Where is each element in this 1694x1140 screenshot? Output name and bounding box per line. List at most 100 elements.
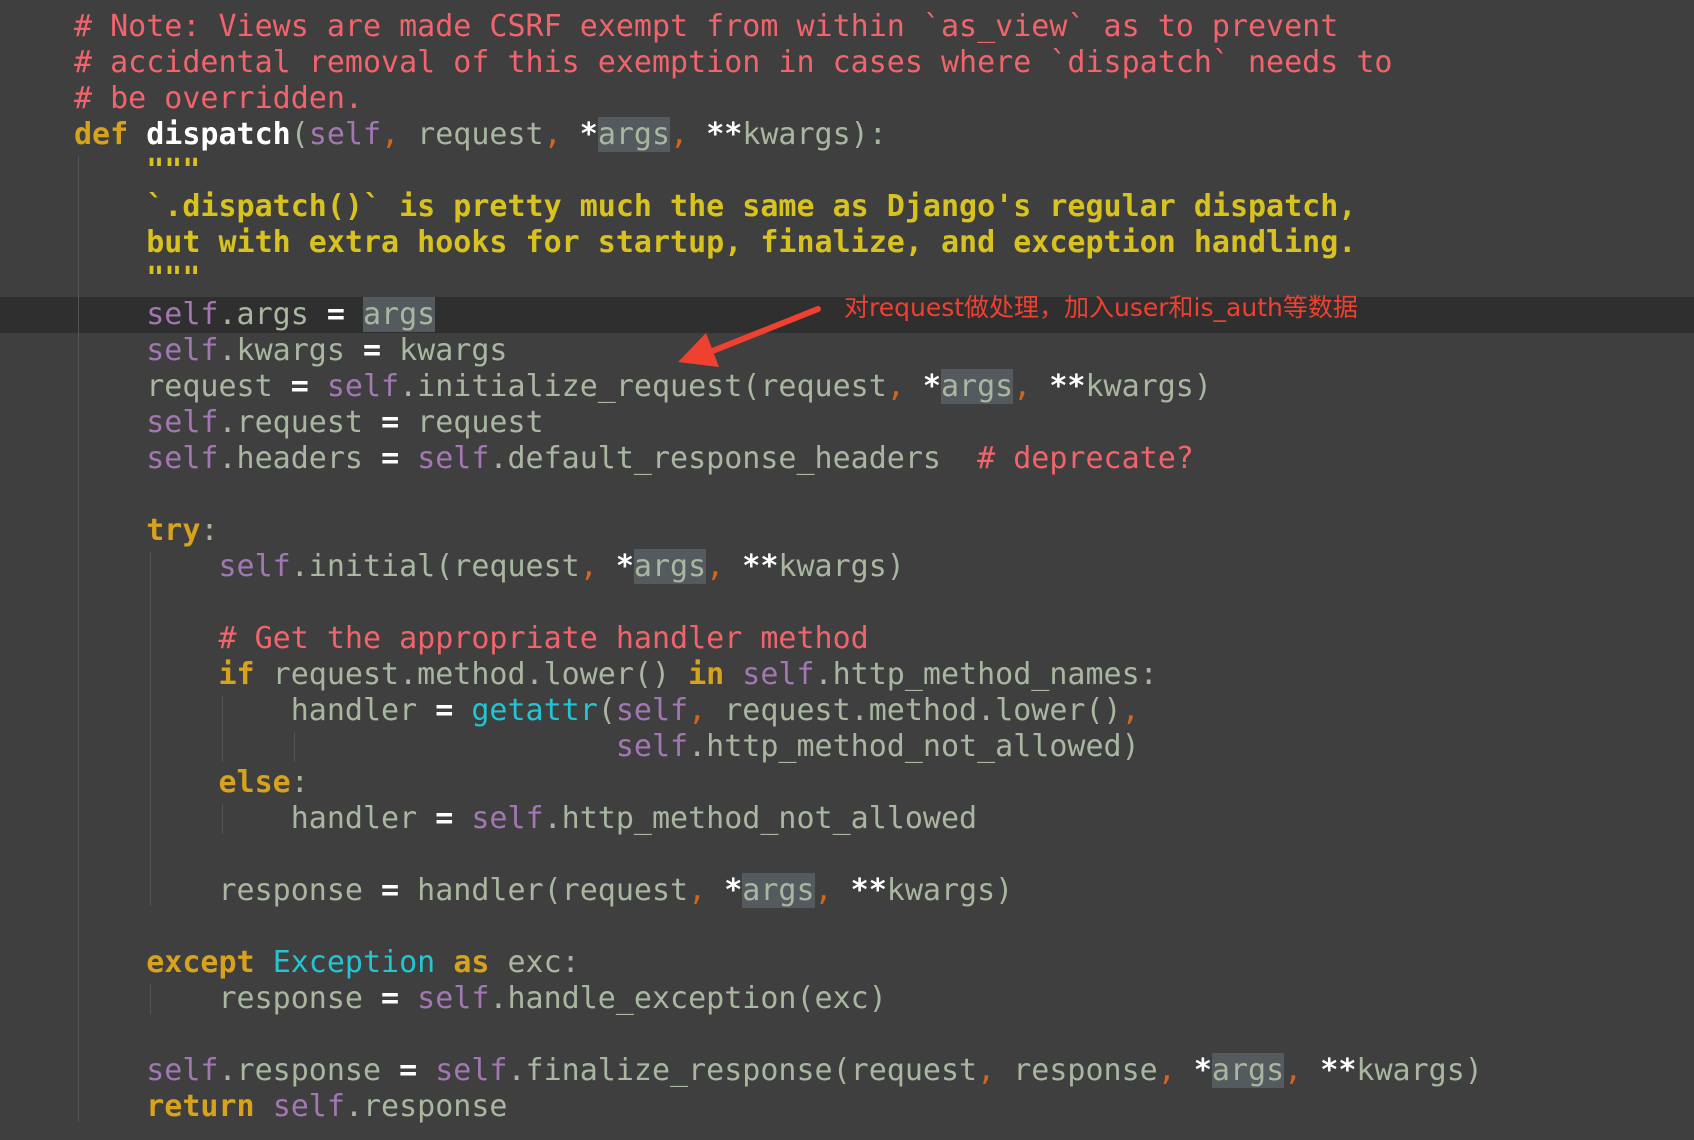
code-line[interactable]: # be overridden. [0,81,1694,117]
code-token: , [706,549,725,584]
code-token: self [146,333,219,368]
code-token: , [886,369,905,404]
code-line-content: # be overridden. [74,81,363,117]
code-token: # deprecate? [977,441,1194,476]
code-token: handler [74,801,436,836]
code-token: .response [218,1053,400,1088]
code-line[interactable]: handler = self.http_method_not_allowed [0,801,1694,837]
code-token: = [381,873,400,908]
code-line[interactable]: """ [0,153,1694,189]
code-token: if [218,657,255,692]
code-line-content: try: [74,513,219,549]
code-line-content: except Exception as exc: [74,945,580,981]
code-token: = [435,801,454,836]
code-token: args [1211,1053,1285,1088]
code-line-content: but with extra hooks for startup, finali… [74,225,1356,261]
code-line[interactable] [0,1017,1694,1053]
code-line[interactable]: # Get the appropriate handler method [0,621,1694,657]
code-line[interactable] [0,477,1694,513]
code-token: , [1284,1053,1303,1088]
code-line[interactable]: self.request = request [0,405,1694,441]
code-token: kwargs) [1085,369,1212,404]
code-line-content: """ [74,153,200,189]
code-token: .headers [218,441,382,476]
code-line[interactable]: except Exception as exc: [0,945,1694,981]
code-token: , [670,117,689,152]
code-line-content: `.dispatch()` is pretty much the same as… [74,189,1356,225]
code-line[interactable] [0,837,1694,873]
code-token: .initialize_request(request [399,369,887,404]
annotation-text: 对request做处理，加入user和is_auth等数据 [844,293,1358,322]
code-token: .handle_exception(exc) [489,981,887,1016]
code-token: Exception [272,945,436,980]
code-token: kwargs) [1356,1053,1483,1088]
code-token: args [597,117,671,152]
code-line-content: def dispatch(self, request, *args, **kwa… [74,117,887,153]
code-line[interactable]: return self.response [0,1089,1694,1125]
code-line-content: request = self.initialize_request(reques… [74,369,1212,405]
code-token: = [381,405,400,440]
code-line-content: handler = getattr(self, request.method.l… [74,693,1140,729]
code-line[interactable]: else: [0,765,1694,801]
code-line[interactable]: response = self.handle_exception(exc) [0,981,1694,1017]
code-token: """ [74,153,201,188]
code-editor[interactable]: # Note: Views are made CSRF exempt from … [0,0,1694,1140]
indent-guide [222,696,223,762]
code-token: self [218,549,291,584]
code-token: self [417,441,490,476]
code-line[interactable]: response = handler(request, *args, **kwa… [0,873,1694,909]
code-line[interactable]: `.dispatch()` is pretty much the same as… [0,189,1694,225]
code-line[interactable]: # Note: Views are made CSRF exempt from … [0,9,1694,45]
code-token: , [688,873,707,908]
code-line[interactable]: request = self.initialize_request(reques… [0,369,1694,405]
code-line[interactable] [0,909,1694,945]
code-token: dispatch [146,117,291,152]
code-token: request.method.lower() [254,657,689,692]
code-line[interactable]: if request.method.lower() in self.http_m… [0,657,1694,693]
code-line[interactable]: def dispatch(self, request, *args, **kwa… [0,117,1694,153]
code-token: else [218,765,291,800]
code-token: self [146,441,219,476]
code-token: * [724,873,743,908]
code-token: self [435,1053,508,1088]
code-line[interactable]: self.http_method_not_allowed) [0,729,1694,765]
code-line[interactable]: self.response = self.finalize_response(r… [0,1053,1694,1089]
code-line[interactable]: try: [0,513,1694,549]
code-token: # accidental removal of this exemption i… [74,45,1393,80]
code-line[interactable]: self.kwargs = kwargs [0,333,1694,369]
code-line-content: self.response = self.finalize_response(r… [74,1053,1483,1089]
code-token: try [146,513,201,548]
code-line[interactable]: handler = getattr(self, request.method.l… [0,693,1694,729]
code-token: .request [218,405,382,440]
code-line-content: self.args = args [74,297,436,333]
code-token: , [688,693,707,728]
code-line-content: self.initial(request, *args, **kwargs) [74,549,905,585]
code-token: = [381,441,400,476]
code-line[interactable]: but with extra hooks for startup, finali… [0,225,1694,261]
code-token: self [471,801,544,836]
code-token: request.method.lower() [706,693,1122,728]
code-token: = [363,333,382,368]
code-line[interactable]: self.headers = self.default_response_hea… [0,441,1694,477]
code-token: ** [1320,1053,1357,1088]
code-token: : [200,513,219,548]
code-token: request [399,405,544,440]
code-token: self [326,369,400,404]
code-token: ** [706,117,743,152]
code-token: ** [850,873,887,908]
code-line[interactable]: # accidental removal of this exemption i… [0,45,1694,81]
code-token: .kwargs [218,333,363,368]
code-line[interactable]: self.initial(request, *args, **kwargs) [0,549,1694,585]
code-line[interactable] [0,585,1694,621]
